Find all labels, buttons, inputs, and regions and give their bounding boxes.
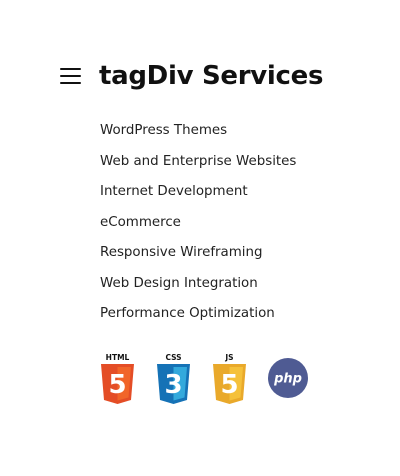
css3-logo-icon: CSS 3 xyxy=(155,352,192,404)
tech-logos: HTML 5 CSS 3 JS 5 php xyxy=(99,352,309,404)
html5-logo-icon: HTML 5 xyxy=(99,352,136,404)
css3-label: CSS xyxy=(165,353,181,362)
service-item-responsive-wireframing[interactable]: Responsive Wireframing xyxy=(100,238,296,269)
page-title: tagDiv Services xyxy=(99,61,324,91)
service-item-web-design-integration[interactable]: Web Design Integration xyxy=(100,269,296,300)
html5-numeral: 5 xyxy=(108,370,126,400)
php-label: php xyxy=(273,372,302,387)
service-item-internet-development[interactable]: Internet Development xyxy=(100,177,296,208)
css3-numeral: 3 xyxy=(164,370,182,400)
js-numeral: 5 xyxy=(220,370,238,400)
services-list: WordPress Themes Web and Enterprise Webs… xyxy=(100,116,296,330)
js-label: JS xyxy=(224,353,233,362)
hamburger-menu-icon[interactable] xyxy=(60,68,81,84)
service-item-wordpress-themes[interactable]: WordPress Themes xyxy=(100,116,296,147)
service-item-ecommerce[interactable]: eCommerce xyxy=(100,208,296,239)
html5-label: HTML xyxy=(106,353,130,362)
page-header: tagDiv Services xyxy=(60,58,323,94)
php-logo-icon: php xyxy=(267,357,309,404)
service-item-enterprise-websites[interactable]: Web and Enterprise Websites xyxy=(100,147,296,178)
service-item-performance-optimization[interactable]: Performance Optimization xyxy=(100,299,296,330)
js-logo-icon: JS 5 xyxy=(211,352,248,404)
